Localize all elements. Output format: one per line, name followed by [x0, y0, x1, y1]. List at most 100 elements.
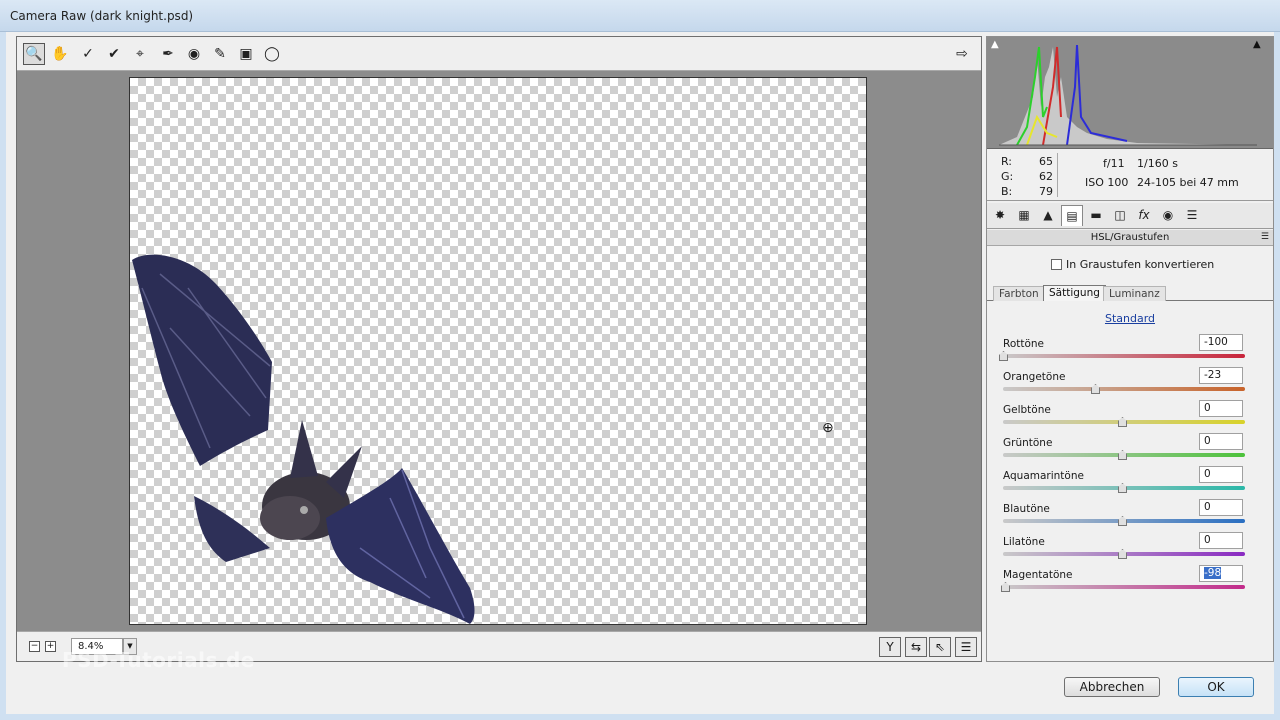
toolbar: 🔍 ✋ ✓ ✔ ⌖ ✒ ◉ ✎ ▣ ◯ ⇨ — [17, 37, 981, 71]
toggle-view-icon[interactable]: Y — [879, 637, 901, 657]
slider-label: Aquamarintöne — [1003, 470, 1084, 482]
window-title: Camera Raw (dark knight.psd) — [10, 9, 194, 23]
detail-tab-icon[interactable]: ▲ — [1037, 205, 1059, 226]
image-canvas[interactable]: ⊕ — [129, 77, 867, 625]
slider-value-field[interactable]: 0 — [1199, 400, 1243, 417]
slider-track[interactable] — [1003, 387, 1245, 391]
slider-thumb[interactable] — [1118, 549, 1127, 559]
slider-value: 0 — [1204, 468, 1211, 480]
r-value: 65 — [1039, 155, 1053, 168]
aperture: f/11 — [1103, 157, 1125, 170]
crop-tool-icon[interactable]: ✒ — [157, 43, 179, 65]
info-divider — [1057, 153, 1058, 197]
tab-saettigung[interactable]: Sättigung — [1043, 285, 1106, 301]
slider-row: Magentatöne -98 — [1001, 565, 1247, 598]
slider-thumb[interactable] — [1118, 450, 1127, 460]
cancel-button[interactable]: Abbrechen — [1064, 677, 1160, 697]
zoom-out-icon[interactable]: − — [29, 641, 40, 652]
image-info: R: 65 G: 62 B: 79 f/11 1/160 s ISO 100 24-1… — [987, 149, 1273, 201]
bat-image — [132, 254, 475, 624]
title-bar: Camera Raw (dark knight.psd) — [0, 0, 1280, 32]
shutter-speed: 1/160 s — [1137, 157, 1178, 170]
zoom-tool-icon[interactable]: 🔍 — [23, 43, 45, 65]
cycle-view-icon[interactable]: ⇆ — [905, 637, 927, 657]
basic-tab-icon[interactable]: ✸ — [989, 205, 1011, 226]
slider-thumb[interactable] — [999, 351, 1008, 361]
slider-row: Blautöne 0 — [1003, 499, 1247, 532]
slider-thumb[interactable] — [1118, 483, 1127, 493]
slider-value-field[interactable]: 0 — [1199, 466, 1243, 483]
slider-label: Grüntöne — [1003, 437, 1053, 449]
open-preferences-icon[interactable]: ⇨ — [951, 43, 973, 65]
zoom-in-icon[interactable]: + — [45, 641, 56, 652]
presets-tab-icon[interactable]: ☰ — [1181, 205, 1203, 226]
slider-value: 0 — [1204, 435, 1211, 447]
slider-track[interactable] — [1003, 585, 1245, 589]
color-sampler-tool-icon[interactable]: ✔ — [103, 43, 125, 65]
adjustment-brush-tool-icon[interactable]: ✎ — [209, 43, 231, 65]
panel-menu-icon[interactable]: ☰ — [1261, 230, 1269, 245]
grayscale-checkbox-row[interactable]: In Graustufen konvertieren — [1051, 258, 1214, 271]
split-toning-tab-icon[interactable]: ▬ — [1085, 205, 1107, 226]
default-link[interactable]: Standard — [987, 312, 1273, 325]
slider-thumb[interactable] — [1118, 417, 1127, 427]
view-settings-icon[interactable]: ☰ — [955, 637, 977, 657]
slider-value-field[interactable]: -98 — [1199, 565, 1243, 582]
panel-title: HSL/Graustufen — [1090, 232, 1170, 243]
slider-row: Lilatöne 0 — [1003, 532, 1247, 565]
lens-corrections-tab-icon[interactable]: ◫ — [1109, 205, 1131, 226]
slider-value: -98 — [1204, 567, 1222, 579]
slider-track[interactable] — [1003, 354, 1245, 358]
iso: ISO 100 — [1085, 176, 1129, 189]
b-label: B: — [1001, 185, 1013, 198]
slider-label: Blautöne — [1003, 503, 1050, 515]
right-panel: ▲ ▲ R: 65 G: 62 B: 79 f/11 1/160 s ISO 100 … — [986, 36, 1274, 662]
slider-value: 0 — [1204, 534, 1211, 546]
r-label: R: — [1001, 155, 1013, 168]
slider-value: -23 — [1204, 369, 1222, 381]
ok-button[interactable]: OK — [1178, 677, 1254, 697]
slider-row: Gelbtöne 0 — [1003, 400, 1247, 433]
slider-thumb[interactable] — [1118, 516, 1127, 526]
effects-tab-icon[interactable]: fx — [1133, 205, 1155, 226]
grayscale-label: In Graustufen konvertieren — [1066, 258, 1215, 271]
red-eye-tool-icon[interactable]: ◉ — [183, 43, 205, 65]
grayscale-checkbox[interactable] — [1051, 259, 1062, 270]
slider-label: Orangetöne — [1003, 371, 1066, 383]
hand-tool-icon[interactable]: ✋ — [49, 43, 71, 65]
slider-row: Orangetöne -23 — [1003, 367, 1247, 400]
graduated-filter-tool-icon[interactable]: ▣ — [235, 43, 257, 65]
histogram: ▲ ▲ — [987, 37, 1273, 149]
slider-value-field[interactable]: 0 — [1199, 433, 1243, 450]
slider-value-field[interactable]: -100 — [1199, 334, 1243, 351]
zoom-cursor-icon: ⊕ — [822, 420, 834, 436]
slider-value-field[interactable]: 0 — [1199, 499, 1243, 516]
slider-thumb[interactable] — [1001, 582, 1010, 592]
slider-label: Magentatöne — [1003, 569, 1073, 581]
shadow-clipping-icon[interactable]: ▲ — [991, 39, 999, 50]
b-value: 79 — [1039, 185, 1053, 198]
swap-settings-icon[interactable]: ⇖ — [929, 637, 951, 657]
tab-luminanz[interactable]: Luminanz — [1103, 286, 1166, 301]
camera-calibration-tab-icon[interactable]: ◉ — [1157, 205, 1179, 226]
panel-tabs: ✸ ▦ ▲ ▤ ▬ ◫ fx ◉ ☰ — [987, 203, 1273, 229]
tab-farbton[interactable]: Farbton — [993, 286, 1045, 301]
slider-row: Grüntöne 0 — [1003, 433, 1247, 466]
hsl-tab-icon[interactable]: ▤ — [1061, 205, 1083, 226]
slider-value-field[interactable]: 0 — [1199, 532, 1243, 549]
highlight-clipping-icon[interactable]: ▲ — [1253, 39, 1261, 50]
camera-raw-dialog: 🔍 ✋ ✓ ✔ ⌖ ✒ ◉ ✎ ▣ ◯ ⇨ ⊕ − + 8.4% ▼ Y ⇆ ⇖… — [6, 32, 1274, 714]
slider-label: Gelbtöne — [1003, 404, 1051, 416]
targeted-adjustment-tool-icon[interactable]: ⌖ — [129, 43, 151, 65]
radial-filter-tool-icon[interactable]: ◯ — [261, 43, 283, 65]
g-label: G: — [1001, 170, 1014, 183]
hsl-subtabs: Farbton Sättigung Luminanz — [987, 285, 1273, 301]
preview-area: 🔍 ✋ ✓ ✔ ⌖ ✒ ◉ ✎ ▣ ◯ ⇨ ⊕ − + 8.4% ▼ Y ⇆ ⇖… — [16, 36, 982, 662]
white-balance-tool-icon[interactable]: ✓ — [77, 43, 99, 65]
slider-value: 0 — [1204, 402, 1211, 414]
lens: 24-105 bei 47 mm — [1137, 176, 1239, 189]
slider-value-field[interactable]: -23 — [1199, 367, 1243, 384]
tone-curve-tab-icon[interactable]: ▦ — [1013, 205, 1035, 226]
slider-thumb[interactable] — [1091, 384, 1100, 394]
slider-row: Aquamarintöne 0 — [1003, 466, 1247, 499]
